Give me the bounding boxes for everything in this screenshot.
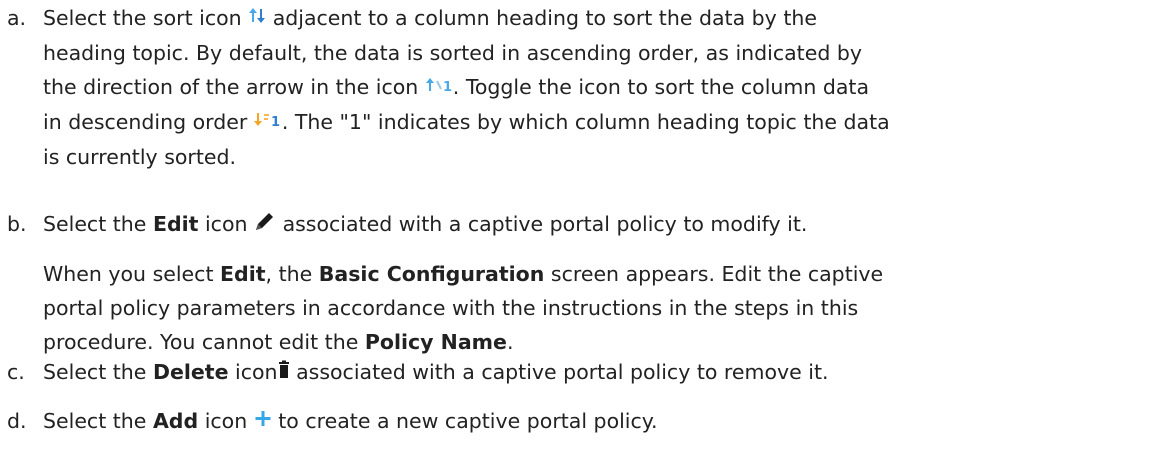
- sort-icon: [248, 2, 266, 36]
- list-item-b-paragraph: When you select Edit, the Basic Configur…: [7, 257, 1137, 359]
- pencil-icon: [254, 208, 276, 242]
- list-marker: a.: [7, 6, 27, 30]
- trash-icon: [278, 356, 290, 390]
- sort-ascending-icon: 1: [425, 71, 453, 105]
- list-marker: d.: [7, 409, 27, 433]
- list-item-text: Select the Add icon to create a new capt…: [43, 404, 1137, 439]
- list-item-a: a. Select the sort icon adjacent to a co…: [7, 1, 1137, 174]
- list-item-text: Select the Edit icon associated with a c…: [43, 207, 1137, 242]
- svg-text:1: 1: [443, 80, 452, 95]
- sort-descending-icon: 1: [253, 106, 282, 140]
- list-marker: b.: [7, 212, 27, 236]
- instruction-document: a. Select the sort icon adjacent to a co…: [0, 0, 1149, 451]
- svg-text:1: 1: [271, 115, 280, 130]
- list-marker: c.: [7, 360, 25, 384]
- list-item-d: d. Select the Add icon to create a new c…: [7, 404, 1137, 439]
- list-item-text: When you select Edit, the Basic Configur…: [43, 262, 884, 354]
- list-item-c: c. Select the Delete icon associated wit…: [7, 355, 1137, 390]
- plus-icon: [254, 405, 272, 439]
- list-item-text: Select the sort icon adjacent to a colum…: [43, 1, 1137, 174]
- list-item-text: Select the Delete icon associated with a…: [43, 355, 1137, 390]
- list-item-b: b. Select the Edit icon associated with …: [7, 207, 1137, 242]
